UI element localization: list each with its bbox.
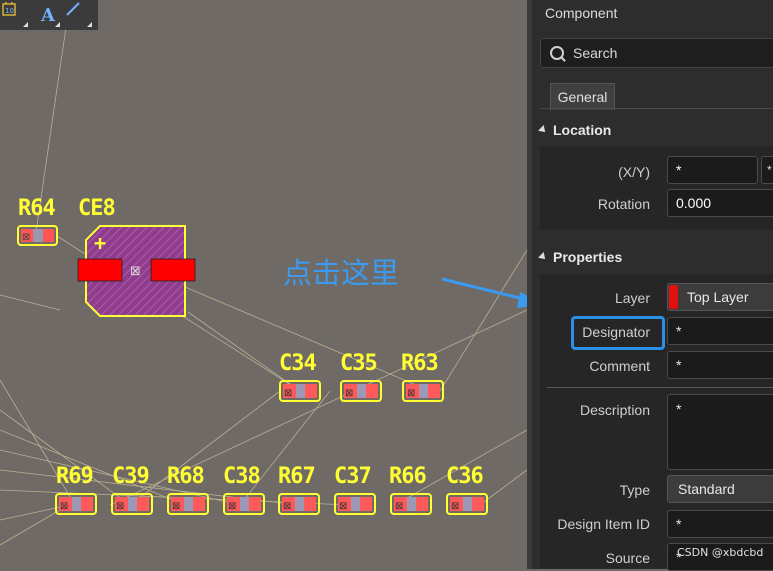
footprint-c34[interactable]: ⊠ [279,380,321,402]
svg-text:⊠: ⊠ [130,264,141,279]
section-properties-header[interactable]: Properties [538,249,623,265]
layer-label: Layer [614,290,650,306]
pad-marker-icon: ⊠ [228,501,236,512]
designator-label: R68 [167,464,205,489]
design-item-id-label: Design Item ID [557,516,650,532]
properties-panel: Component Search General Location (X/Y) … [527,0,773,571]
pad-marker-icon: ⊠ [451,501,459,512]
type-label: Type [619,482,650,498]
xy-field[interactable]: * [667,156,758,184]
search-placeholder: Search [573,45,618,61]
designator-label: C36 [446,464,484,489]
footprint-r67[interactable]: ⊠ [278,493,320,515]
component-place-icon[interactable]: 10 [0,0,32,30]
footprint-c36[interactable]: ⊠ [446,493,488,515]
panel-splitter[interactable] [527,0,532,569]
pad-marker-icon: ⊠ [172,501,180,512]
footprints-row-2: ⊠ ⊠ ⊠ ⊠ ⊠ ⊠ ⊠ ⊠ [55,493,488,515]
watermark: CSDN @xbdcbd [677,546,764,559]
tab-general[interactable]: General [550,83,615,110]
designator-label: C35 [340,351,378,376]
tab-divider [540,108,773,109]
designator-label: C37 [334,464,372,489]
footprints-row-1: ⊠ ⊠ ⊠ [279,380,444,402]
layer-select[interactable]: Top Layer [667,283,773,311]
panel-title: Component [545,5,618,21]
footprint-c37[interactable]: ⊠ [334,493,376,515]
line-tool-icon[interactable] [64,0,96,30]
rotation-field[interactable]: 0.000 [667,189,773,217]
properties-divider [547,387,773,388]
collapse-caret-icon [538,252,548,262]
type-select[interactable]: Standard [667,475,773,503]
designator-label: R63 [401,351,439,376]
section-location-label: Location [553,122,612,138]
search-icon [550,46,564,60]
comment-label: Comment [589,358,650,374]
layer-value: Top Layer [687,289,749,305]
pad-marker-icon: ⊠ [60,501,68,512]
designator-label: R64 [18,196,56,221]
pcb-canvas[interactable]: ⊠ ⊠ ⊠ ⊠ ⊠ ⊠ ⊠ ⊠ ⊠ ⊠ ⊠ ⊠ ⊠ 10 A R64 CE8 +… [0,0,527,569]
footprint-r69[interactable]: ⊠ [55,493,97,515]
text-string-icon[interactable]: A [32,0,64,30]
pad-marker-icon: ⊠ [345,388,353,399]
search-input[interactable]: Search [540,38,773,68]
collapse-caret-icon [538,125,548,135]
footprint-r63[interactable]: ⊠ [402,380,444,402]
pad-marker-icon: ⊠ [407,388,415,399]
svg-text:10: 10 [5,7,14,15]
description-field[interactable]: * [667,394,773,470]
section-properties-label: Properties [553,249,623,265]
rotation-label: Rotation [597,196,650,212]
description-label: Description [579,402,650,418]
designator-label: C34 [279,351,317,376]
pad-marker-icon: ⊠ [283,501,291,512]
polarity-mark: + [94,231,106,255]
designator-field[interactable]: * [667,317,773,345]
footprint-r64: ⊠ [17,225,58,246]
designator-label: CE8 [78,196,116,221]
xy-second-field[interactable]: * [761,156,773,184]
footprint-r66[interactable]: ⊠ [390,493,432,515]
designator-label: C38 [223,464,261,489]
designator-label: Designator [582,324,650,340]
svg-text:⊠: ⊠ [22,232,30,243]
pad-marker-icon: ⊠ [284,388,292,399]
canvas-toolbar: 10 A [0,0,98,30]
designator-label: R67 [278,464,316,489]
footprint-c38[interactable]: ⊠ [223,493,265,515]
footprint-c35[interactable]: ⊠ [340,380,382,402]
designator-label: R66 [389,464,427,489]
annotation-arrow [441,277,527,308]
footprint-r68[interactable]: ⊠ [167,493,209,515]
xy-label: (X/Y) [618,164,650,180]
comment-field[interactable]: * [667,351,773,379]
layer-color-swatch [669,285,678,309]
source-label: Source [605,550,650,566]
pad-marker-icon: ⊠ [395,501,403,512]
annotation-text: 点击这里 [283,256,400,290]
pad-marker-icon: ⊠ [339,501,347,512]
section-location-header[interactable]: Location [538,122,612,138]
designator-label: C39 [112,464,150,489]
design-item-id-field[interactable]: * [667,510,773,538]
designator-label: R69 [56,464,94,489]
footprint-c39[interactable]: ⊠ [111,493,153,515]
pad-marker-icon: ⊠ [116,501,124,512]
